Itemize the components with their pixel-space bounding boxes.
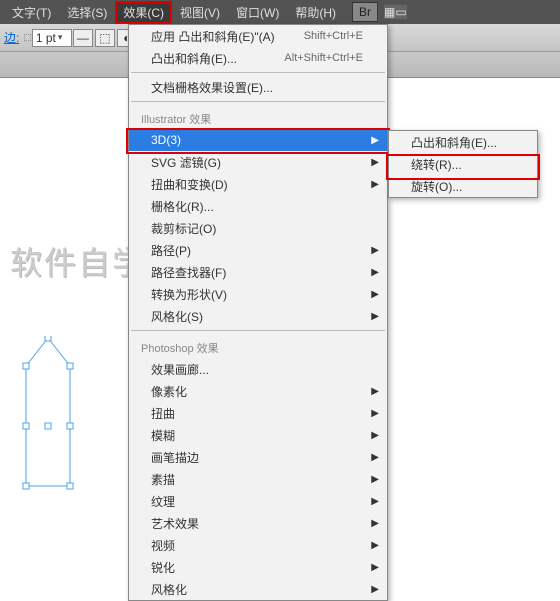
stylize-ai-submenu[interactable]: 风格化(S)▶ xyxy=(129,305,387,327)
photoshop-effects-header: Photoshop 效果 xyxy=(129,334,387,358)
doc-raster-settings[interactable]: 文档栅格效果设置(E)... xyxy=(129,76,387,98)
pixelate-submenu[interactable]: 像素化▶ xyxy=(129,380,387,402)
stroke-label: 边: xyxy=(4,29,19,46)
crop-marks-item[interactable]: 裁剪标记(O) xyxy=(129,217,387,239)
stroke-uniform-btn[interactable]: — xyxy=(73,29,93,47)
rasterize-item[interactable]: 栅格化(R)... xyxy=(129,195,387,217)
toolbar-btn-1[interactable]: ▦ xyxy=(384,5,395,19)
illustrator-effects-header: Illustrator 效果 xyxy=(129,105,387,129)
convert-shape-submenu[interactable]: 转换为形状(V)▶ xyxy=(129,283,387,305)
distort-submenu[interactable]: 扭曲▶ xyxy=(129,402,387,424)
brush-strokes-submenu[interactable]: 画笔描边▶ xyxy=(129,446,387,468)
apply-last-effect[interactable]: 应用 凸出和斜角(E)"(A)Shift+Ctrl+E xyxy=(129,25,387,47)
video-submenu[interactable]: 视频▶ xyxy=(129,534,387,556)
3d-submenu-panel: 凸出和斜角(E)... 绕转(R)... 旋转(O)... xyxy=(388,130,538,198)
extrude-bevel-item[interactable]: 凸出和斜角(E)... xyxy=(389,131,537,153)
revolve-item[interactable]: 绕转(R)... xyxy=(389,153,537,175)
toolbar-btn-2[interactable]: ▭ xyxy=(395,5,406,19)
sharpen-submenu[interactable]: 锐化▶ xyxy=(129,556,387,578)
blur-submenu[interactable]: 模糊▶ xyxy=(129,424,387,446)
pathfinder-submenu[interactable]: 路径查找器(F)▶ xyxy=(129,261,387,283)
submenu-arrow-icon: ▶ xyxy=(371,135,379,146)
artistic-submenu[interactable]: 艺术效果▶ xyxy=(129,512,387,534)
divider xyxy=(131,101,385,102)
svg-filters-submenu[interactable]: SVG 滤镜(G)▶ xyxy=(129,151,387,173)
menu-effect[interactable]: 效果(C) xyxy=(115,1,172,24)
divider xyxy=(131,72,385,73)
distort-transform-submenu[interactable]: 扭曲和变换(D)▶ xyxy=(129,173,387,195)
menu-text[interactable]: 文字(T) xyxy=(4,1,59,24)
effect-gallery[interactable]: 效果画廊... xyxy=(129,358,387,380)
menu-view[interactable]: 视图(V) xyxy=(172,1,228,24)
stroke-field[interactable]: 1 pt▾ xyxy=(32,29,72,47)
stroke-width-btn[interactable]: ⬚ xyxy=(95,29,115,47)
menu-select[interactable]: 选择(S) xyxy=(59,1,115,24)
last-effect[interactable]: 凸出和斜角(E)...Alt+Shift+Ctrl+E xyxy=(129,47,387,69)
stroke-link-icon[interactable]: ⬚ xyxy=(23,32,32,43)
stylize-ps-submenu[interactable]: 风格化▶ xyxy=(129,578,387,600)
selected-shape[interactable] xyxy=(18,336,78,496)
divider xyxy=(131,330,385,331)
effect-menu: 应用 凸出和斜角(E)"(A)Shift+Ctrl+E 凸出和斜角(E)...A… xyxy=(128,24,388,601)
path-submenu[interactable]: 路径(P)▶ xyxy=(129,239,387,261)
menubar: 文字(T) 选择(S) 效果(C) 视图(V) 窗口(W) 帮助(H) Br ▦… xyxy=(0,0,560,24)
menu-help[interactable]: 帮助(H) xyxy=(287,1,344,24)
sketch-submenu[interactable]: 素描▶ xyxy=(129,468,387,490)
texture-submenu[interactable]: 纹理▶ xyxy=(129,490,387,512)
bridge-button[interactable]: Br xyxy=(352,2,378,22)
rotate-item[interactable]: 旋转(O)... xyxy=(389,175,537,197)
3d-submenu[interactable]: 3D(3)▶ xyxy=(129,129,387,151)
menu-window[interactable]: 窗口(W) xyxy=(228,1,287,24)
